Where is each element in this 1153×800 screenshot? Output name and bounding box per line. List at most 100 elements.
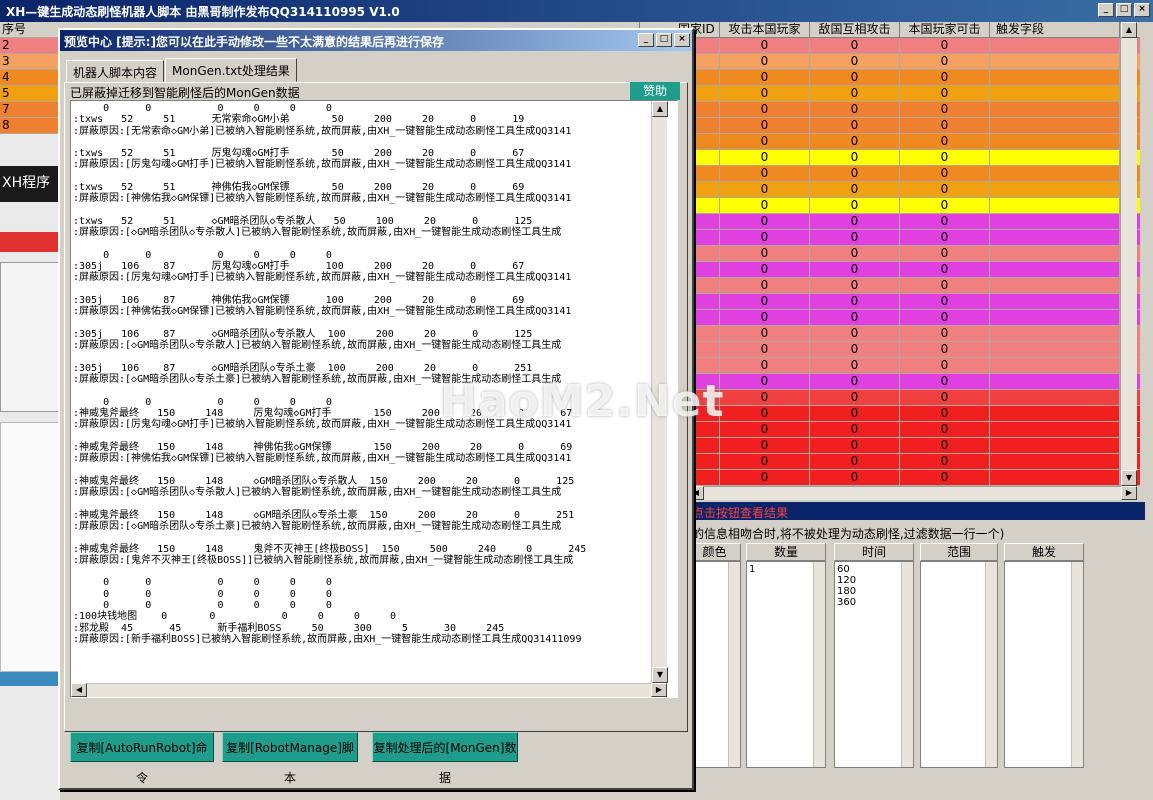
table-cell[interactable]: [990, 358, 1120, 373]
table-cell[interactable]: 0: [720, 278, 810, 293]
table-cell[interactable]: 0: [900, 86, 990, 101]
table-cell[interactable]: 0: [810, 198, 900, 213]
table-cell[interactable]: 0: [900, 294, 990, 309]
table-cell[interactable]: 0: [900, 150, 990, 165]
tab-robot-script[interactable]: 机器人脚本内容: [66, 60, 165, 82]
table-cell[interactable]: [990, 326, 1120, 341]
grid-header-enemy-attack[interactable]: 敌国互相攻击: [810, 22, 900, 37]
table-cell[interactable]: [990, 134, 1120, 149]
table-cell[interactable]: 0: [810, 54, 900, 69]
table-cell[interactable]: 0: [900, 262, 990, 277]
table-cell[interactable]: 0: [810, 278, 900, 293]
table-cell[interactable]: 0: [720, 326, 810, 341]
table-cell[interactable]: 0: [900, 38, 990, 53]
table-cell[interactable]: [990, 454, 1120, 469]
table-cell[interactable]: 0: [900, 54, 990, 69]
table-cell[interactable]: [990, 422, 1120, 437]
grid-header-attack-own[interactable]: 攻击本国玩家: [720, 22, 810, 37]
grid-header-trigger[interactable]: 触发字段: [990, 22, 1120, 37]
table-cell[interactable]: 0: [720, 454, 810, 469]
scroll-down-arrow-icon[interactable]: ▼: [1121, 470, 1137, 486]
table-cell[interactable]: 0: [900, 406, 990, 421]
table-cell[interactable]: 0: [720, 358, 810, 373]
filter-trigger-list[interactable]: 触发: [1004, 543, 1084, 768]
table-cell[interactable]: 0: [900, 454, 990, 469]
list-item[interactable]: 120: [837, 575, 911, 586]
table-cell[interactable]: 0: [900, 342, 990, 357]
table-cell[interactable]: 0: [900, 278, 990, 293]
table-cell[interactable]: [990, 246, 1120, 261]
scroll-down-arrow-icon[interactable]: ▼: [652, 667, 668, 683]
filter-time-scrollbar[interactable]: [901, 562, 913, 767]
table-cell[interactable]: 0: [810, 230, 900, 245]
main-window-titlebar[interactable]: XH—键生成动态刷怪机器人脚本 由黑哥制作发布QQ314110995 V1.0 …: [0, 0, 1153, 22]
table-cell[interactable]: 0: [900, 374, 990, 389]
table-cell[interactable]: 0: [720, 246, 810, 261]
table-cell[interactable]: 0: [720, 390, 810, 405]
table-cell[interactable]: 0: [900, 134, 990, 149]
close-button[interactable]: ×: [1134, 3, 1150, 17]
copy-robotmanage-button[interactable]: 复制[RobotManage]脚本: [222, 732, 358, 785]
filter-color-scrollbar[interactable]: [728, 562, 740, 767]
table-cell[interactable]: 0: [900, 230, 990, 245]
table-cell[interactable]: [990, 406, 1120, 421]
donate-button[interactable]: 赞助: [630, 82, 680, 100]
table-cell[interactable]: 0: [810, 342, 900, 357]
table-cell[interactable]: [990, 150, 1120, 165]
table-cell[interactable]: [990, 166, 1120, 181]
grid-header-own-attackable[interactable]: 本国玩家可击: [900, 22, 990, 37]
table-cell[interactable]: 0: [810, 470, 900, 485]
table-cell[interactable]: 0: [900, 166, 990, 181]
table-cell[interactable]: 0: [900, 182, 990, 197]
table-cell[interactable]: 0: [810, 390, 900, 405]
list-item[interactable]: 60: [837, 564, 911, 575]
table-cell[interactable]: 0: [900, 198, 990, 213]
table-cell[interactable]: 0: [810, 422, 900, 437]
table-cell[interactable]: 0: [720, 438, 810, 453]
table-cell[interactable]: [990, 230, 1120, 245]
table-cell[interactable]: 0: [810, 182, 900, 197]
table-cell[interactable]: 0: [720, 342, 810, 357]
table-cell[interactable]: [990, 342, 1120, 357]
table-cell[interactable]: 0: [810, 134, 900, 149]
copy-autorunrobot-button[interactable]: 复制[AutoRunRobot]命令: [70, 732, 214, 785]
table-cell[interactable]: 0: [900, 70, 990, 85]
table-cell[interactable]: 0: [720, 310, 810, 325]
table-cell[interactable]: 0: [720, 182, 810, 197]
filter-trigger-scrollbar[interactable]: [1071, 562, 1083, 767]
table-cell[interactable]: 0: [720, 150, 810, 165]
table-cell[interactable]: 0: [810, 438, 900, 453]
table-cell[interactable]: 0: [810, 310, 900, 325]
table-cell[interactable]: 0: [720, 470, 810, 485]
table-cell[interactable]: 0: [810, 374, 900, 389]
tab-mongen-result[interactable]: MonGen.txt处理结果: [165, 58, 297, 82]
filter-count-scrollbar[interactable]: [813, 562, 825, 767]
table-cell[interactable]: [990, 118, 1120, 133]
table-cell[interactable]: 0: [900, 358, 990, 373]
table-cell[interactable]: 0: [810, 70, 900, 85]
table-cell[interactable]: [990, 54, 1120, 69]
table-cell[interactable]: [990, 182, 1120, 197]
table-cell[interactable]: [990, 278, 1120, 293]
table-cell[interactable]: 0: [900, 390, 990, 405]
filter-range-scrollbar[interactable]: [985, 562, 997, 767]
table-cell[interactable]: 0: [810, 86, 900, 101]
table-cell[interactable]: 0: [720, 230, 810, 245]
table-cell[interactable]: 0: [810, 454, 900, 469]
table-cell[interactable]: 0: [900, 118, 990, 133]
table-cell[interactable]: 0: [720, 118, 810, 133]
table-cell[interactable]: 0: [810, 246, 900, 261]
table-cell[interactable]: 0: [720, 262, 810, 277]
table-cell[interactable]: 0: [810, 406, 900, 421]
table-cell[interactable]: 0: [900, 422, 990, 437]
table-cell[interactable]: 0: [720, 102, 810, 117]
filter-count-list[interactable]: 数量 1: [746, 543, 826, 768]
table-cell[interactable]: 0: [720, 86, 810, 101]
filter-color-list[interactable]: 颜色: [688, 543, 741, 768]
table-cell[interactable]: [990, 262, 1120, 277]
list-item[interactable]: 1: [749, 564, 823, 575]
table-cell[interactable]: [990, 38, 1120, 53]
table-cell[interactable]: 0: [720, 214, 810, 229]
table-cell[interactable]: [990, 310, 1120, 325]
table-cell[interactable]: 0: [900, 438, 990, 453]
